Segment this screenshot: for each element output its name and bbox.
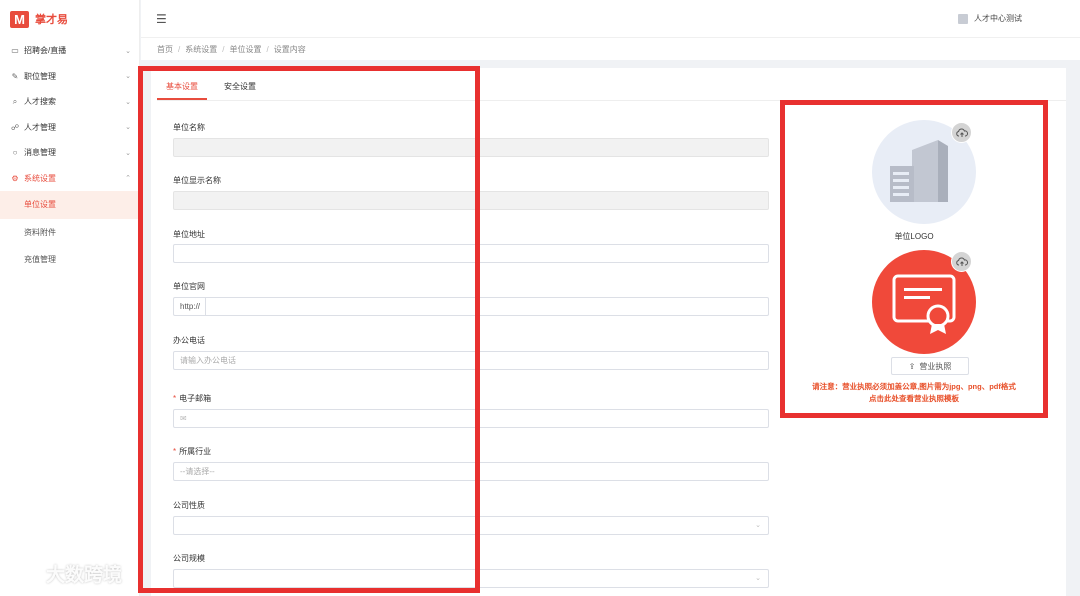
user-name: 人才中心测试 (974, 14, 1022, 23)
calendar-icon: ▭ (11, 46, 19, 56)
watermark-logo-icon (9, 565, 37, 583)
search-icon: ⌕ (12, 96, 18, 106)
users-icon: ☍ (10, 122, 20, 132)
watermark: 大数跨境 (8, 560, 122, 587)
app-logo[interactable]: M 掌才易 (0, 0, 139, 38)
chevron-up-icon: ⌃ (125, 175, 131, 183)
watermark-text: 大数跨境 (46, 565, 123, 586)
top-bar: ☰ 人才中心测试 (141, 0, 1080, 38)
business-license-button[interactable]: ⇪ 营业执照 (891, 357, 969, 375)
user-menu[interactable]: 人才中心测试 (958, 13, 1022, 24)
chevron-down-icon: ⌄ (125, 124, 131, 132)
sidebar-item-label: 人才管理 (24, 122, 56, 132)
chevron-down-icon: ⌄ (125, 73, 131, 81)
sidebar-menu: ▭ 招聘会/直播 ⌄ ✎ 职位管理 ⌄ ⌕ 人才搜索 ⌄ ☍ 人才管理 ⌄ ○ … (0, 38, 139, 274)
sidebar-item-label: 消息管理 (24, 148, 56, 158)
sidebar-item-talent-management[interactable]: ☍ 人才管理 ⌄ (0, 115, 139, 141)
chevron-down-icon: ⌄ (755, 522, 761, 529)
sidebar-subitem-recharge[interactable]: 充值管理 (0, 246, 139, 274)
unit-logo-caption: 单位LOGO (894, 232, 934, 241)
breadcrumb-separator: / (266, 44, 269, 54)
sidebar-item-system-settings[interactable]: ⚙ 系统设置 ⌃ (0, 166, 139, 192)
breadcrumb-system-settings[interactable]: 系统设置 (185, 44, 217, 55)
breadcrumb-home[interactable]: 首页 (157, 44, 173, 55)
breadcrumb-separator: / (178, 44, 181, 54)
settings-icon: ⚙ (11, 173, 19, 183)
sidebar-item-label: 系统设置 (24, 173, 56, 183)
logo-text: 掌才易 (35, 14, 68, 26)
cloud-upload-icon[interactable] (951, 251, 972, 272)
breadcrumb-separator: / (222, 44, 225, 54)
message-icon: ○ (12, 148, 18, 158)
sidebar-item-label: 职位管理 (24, 71, 56, 81)
upload-panel: 单位LOGO ⇪ 营业执照 请注意：营业执照必须加盖公章,图片需为jpg、png… (780, 100, 1048, 418)
sidebar-item-talent-search[interactable]: ⌕ 人才搜索 ⌄ (0, 89, 139, 115)
logo-mark: M (10, 10, 29, 28)
annotation-frame-form (138, 66, 480, 593)
upload-icon: ⇪ (908, 361, 916, 371)
chevron-down-icon: ⌄ (125, 149, 131, 157)
cloud-upload-icon[interactable] (951, 122, 972, 143)
sidebar-item-messages[interactable]: ○ 消息管理 ⌄ (0, 140, 139, 166)
avatar (958, 13, 968, 24)
license-format-notice: 请注意：营业执照必须加盖公章,图片需为jpg、png、pdf格式 (812, 382, 1016, 391)
sidebar-subitem-unit-settings[interactable]: 单位设置 (0, 191, 139, 219)
sidebar: M 掌才易 ▭ 招聘会/直播 ⌄ ✎ 职位管理 ⌄ ⌕ 人才搜索 ⌄ ☍ 人才管… (0, 0, 140, 596)
sidebar-item-recruitment[interactable]: ▭ 招聘会/直播 ⌄ (0, 38, 139, 64)
breadcrumb-unit-settings[interactable]: 单位设置 (229, 44, 261, 55)
breadcrumb: 首页 / 系统设置 / 单位设置 / 设置内容 (141, 38, 1080, 60)
edit-icon: ✎ (11, 71, 19, 81)
sidebar-item-positions[interactable]: ✎ 职位管理 ⌄ (0, 64, 139, 90)
business-license-button-label: 营业执照 (919, 361, 952, 371)
breadcrumb-current: 设置内容 (273, 44, 306, 54)
sidebar-item-label: 招聘会/直播 (24, 46, 67, 56)
chevron-down-icon: ⌄ (125, 47, 131, 55)
sidebar-subitem-attachments[interactable]: 资料附件 (0, 219, 139, 247)
chevron-down-icon: ⌄ (755, 575, 761, 582)
license-template-link[interactable]: 点击此处查看营业执照模板 (785, 393, 1043, 404)
sidebar-item-label: 人才搜索 (24, 97, 56, 107)
menu-fold-icon[interactable]: ☰ (156, 12, 167, 26)
chevron-down-icon: ⌄ (125, 98, 131, 106)
